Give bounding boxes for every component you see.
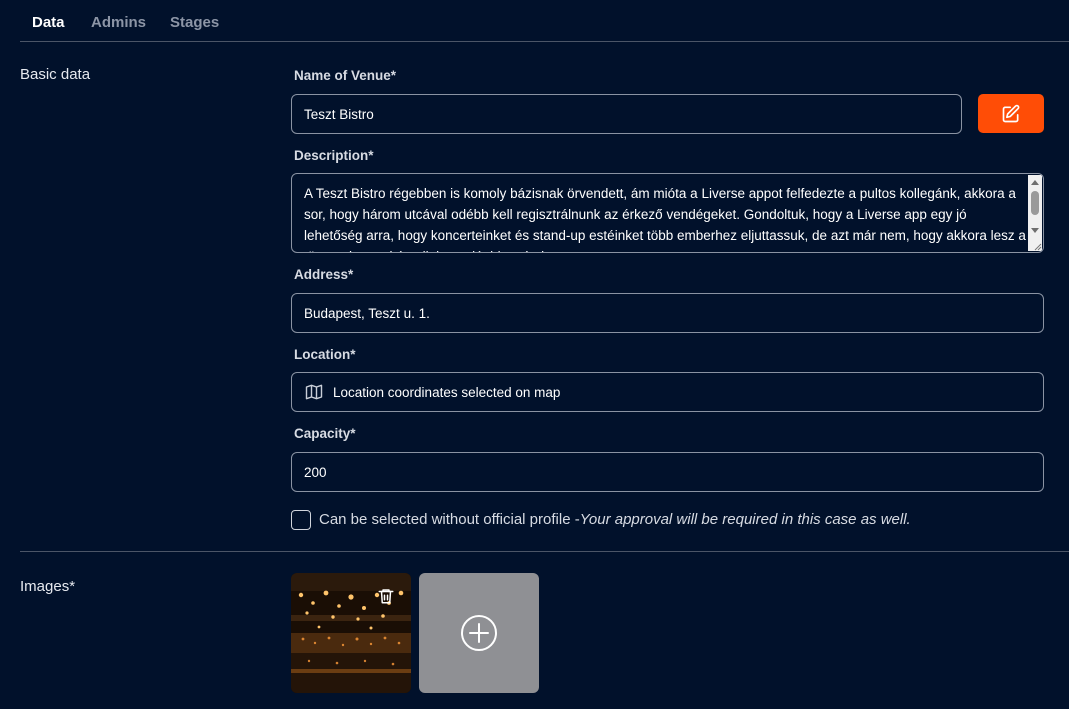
- tab-divider: [20, 41, 1069, 42]
- resize-grip-icon[interactable]: [1032, 241, 1042, 251]
- scroll-thumb[interactable]: [1031, 191, 1039, 215]
- tab-stages[interactable]: Stages: [170, 14, 219, 31]
- official-profile-label-text: Can be selected without official profile…: [319, 511, 580, 528]
- location-picker[interactable]: Location coordinates selected on map: [291, 372, 1044, 412]
- basic-data-title: Basic data: [20, 66, 91, 83]
- venue-name-input[interactable]: Teszt Bistro: [291, 94, 962, 134]
- description-label: Description*: [294, 148, 374, 163]
- location-value: Location coordinates selected on map: [333, 384, 561, 400]
- venue-image-thumbnail[interactable]: [291, 573, 411, 693]
- capacity-input[interactable]: 200: [291, 452, 1044, 492]
- scroll-down-icon[interactable]: [1030, 225, 1040, 235]
- trash-icon[interactable]: [377, 587, 395, 605]
- venue-edit-page: Data Admins Stages Basic data Name of Ve…: [0, 0, 1069, 709]
- address-value: Budapest, Teszt u. 1.: [304, 305, 430, 321]
- venue-name-label: Name of Venue*: [294, 68, 397, 83]
- plus-circle-icon: [461, 615, 497, 651]
- capacity-label: Capacity*: [294, 426, 356, 441]
- map-icon: [305, 384, 323, 400]
- address-label: Address*: [294, 267, 354, 282]
- edit-name-button[interactable]: [978, 94, 1044, 133]
- images-title: Images*: [20, 578, 76, 595]
- tab-bar: Data Admins Stages: [0, 0, 1069, 42]
- section-divider: [20, 551, 1069, 552]
- location-label: Location*: [294, 347, 356, 362]
- edit-icon: [1002, 104, 1020, 122]
- tab-admins[interactable]: Admins: [91, 14, 146, 31]
- official-profile-label[interactable]: Can be selected without official profile…: [319, 511, 911, 528]
- venue-name-value: Teszt Bistro: [304, 106, 374, 122]
- tab-data[interactable]: Data: [32, 14, 65, 31]
- scroll-up-icon[interactable]: [1030, 178, 1040, 188]
- address-input[interactable]: Budapest, Teszt u. 1.: [291, 293, 1044, 333]
- description-scrollbar[interactable]: [1028, 175, 1042, 251]
- add-image-button[interactable]: [419, 573, 539, 693]
- description-value: A Teszt Bistro régebben is komoly bázisn…: [304, 186, 1026, 252]
- official-profile-checkbox[interactable]: [291, 510, 311, 530]
- description-textarea[interactable]: A Teszt Bistro régebben is komoly bázisn…: [291, 173, 1044, 253]
- official-profile-note: Your approval will be required in this c…: [579, 511, 911, 528]
- capacity-value: 200: [304, 464, 327, 480]
